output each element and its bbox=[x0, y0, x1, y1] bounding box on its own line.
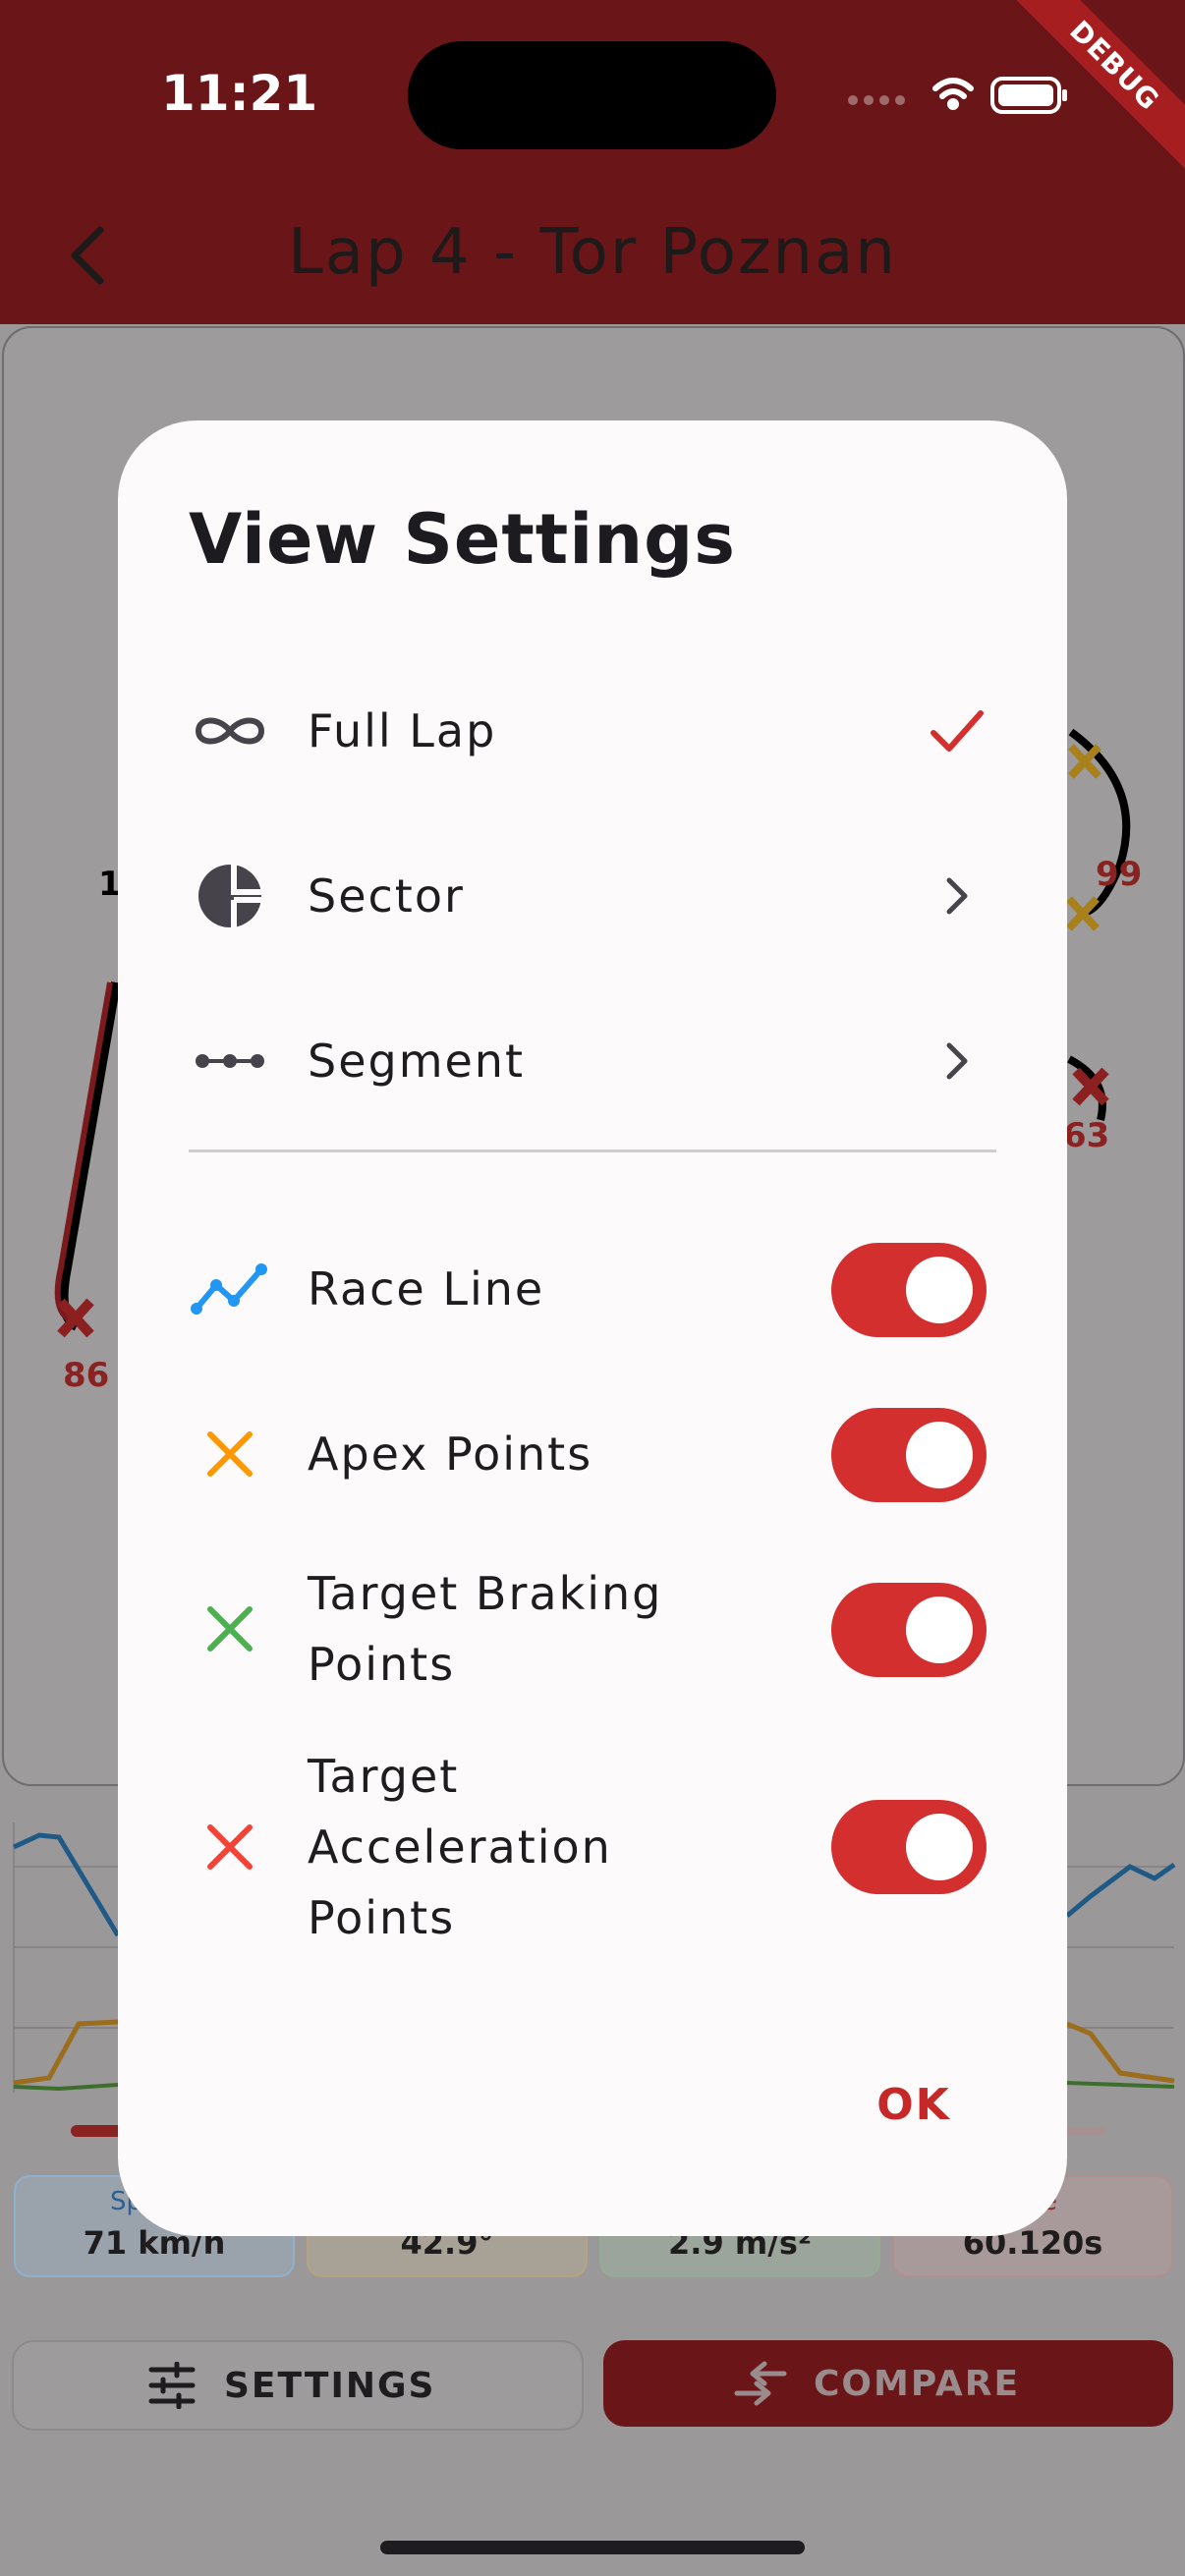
target-braking-toggle[interactable] bbox=[831, 1583, 987, 1677]
layer-target-acceleration-points: Target Acceleration Points bbox=[118, 1719, 1067, 1975]
view-mode-sector[interactable]: Sector bbox=[118, 843, 1067, 949]
view-mode-segment[interactable]: Segment bbox=[118, 1008, 1067, 1114]
compare-arrows-icon bbox=[734, 2361, 787, 2406]
infinity-icon bbox=[195, 717, 265, 745]
target-acceleration-toggle[interactable] bbox=[831, 1800, 987, 1894]
view-mode-label: Sector bbox=[308, 869, 465, 923]
chevron-right-icon bbox=[946, 877, 968, 915]
view-mode-label: Full Lap bbox=[308, 704, 497, 757]
accel-series-right bbox=[1066, 2081, 1175, 2089]
divider bbox=[189, 1149, 996, 1152]
view-mode-label: Segment bbox=[308, 1035, 525, 1088]
map-label: 99 bbox=[1096, 855, 1143, 894]
toggle-knob bbox=[906, 1257, 973, 1323]
race-line-icon bbox=[191, 1263, 267, 1315]
race-line-toggle[interactable] bbox=[831, 1243, 987, 1337]
compare-button[interactable]: COMPARE bbox=[603, 2340, 1173, 2427]
layer-label: Target Braking Points bbox=[308, 1567, 663, 1691]
ok-button[interactable]: OK bbox=[835, 2061, 992, 2150]
braking-x-icon bbox=[207, 1606, 253, 1652]
acceleration-x-icon bbox=[207, 1824, 253, 1870]
sector-pie-icon bbox=[198, 865, 261, 927]
layer-label: Target Acceleration Points bbox=[308, 1750, 612, 1944]
layer-apex-points: Apex Points bbox=[118, 1381, 1067, 1529]
view-mode-full-lap[interactable]: Full Lap bbox=[118, 678, 1067, 784]
scrubber-bar-right bbox=[1061, 2127, 1105, 2135]
apex-points-toggle[interactable] bbox=[831, 1408, 987, 1502]
layer-label: Apex Points bbox=[308, 1428, 593, 1481]
check-icon bbox=[931, 710, 984, 752]
race-line-left bbox=[58, 981, 121, 1331]
speed-series bbox=[12, 1832, 121, 1937]
toggle-knob bbox=[906, 1422, 973, 1488]
angle-series-right bbox=[1066, 2021, 1175, 2084]
chevron-right-icon bbox=[946, 1042, 968, 1080]
speed-series-right bbox=[1065, 1862, 1176, 1918]
angle-series bbox=[13, 2019, 119, 2086]
layer-label: Race Line bbox=[308, 1262, 545, 1316]
map-label: 86 bbox=[63, 1356, 110, 1395]
toggle-knob bbox=[906, 1596, 973, 1663]
accel-series bbox=[13, 2083, 119, 2092]
settings-button-label: SETTINGS bbox=[224, 2366, 436, 2406]
map-label: 63 bbox=[1063, 1116, 1110, 1155]
layer-target-braking-points: Target Braking Points bbox=[118, 1531, 1067, 1727]
apex-marker bbox=[1066, 744, 1101, 931]
sliders-icon bbox=[148, 2362, 196, 2409]
view-settings-dialog: View Settings Full Lap Sector Segment Ra… bbox=[118, 420, 1067, 2236]
dialog-title: View Settings bbox=[189, 499, 736, 580]
settings-button[interactable]: SETTINGS bbox=[12, 2340, 584, 2431]
segment-dots-icon bbox=[196, 1054, 264, 1068]
layer-race-line: Race Line bbox=[118, 1216, 1067, 1364]
toggle-knob bbox=[906, 1814, 973, 1880]
home-indicator bbox=[380, 2541, 805, 2554]
compare-button-label: COMPARE bbox=[814, 2364, 1021, 2404]
apex-x-icon bbox=[207, 1431, 253, 1477]
